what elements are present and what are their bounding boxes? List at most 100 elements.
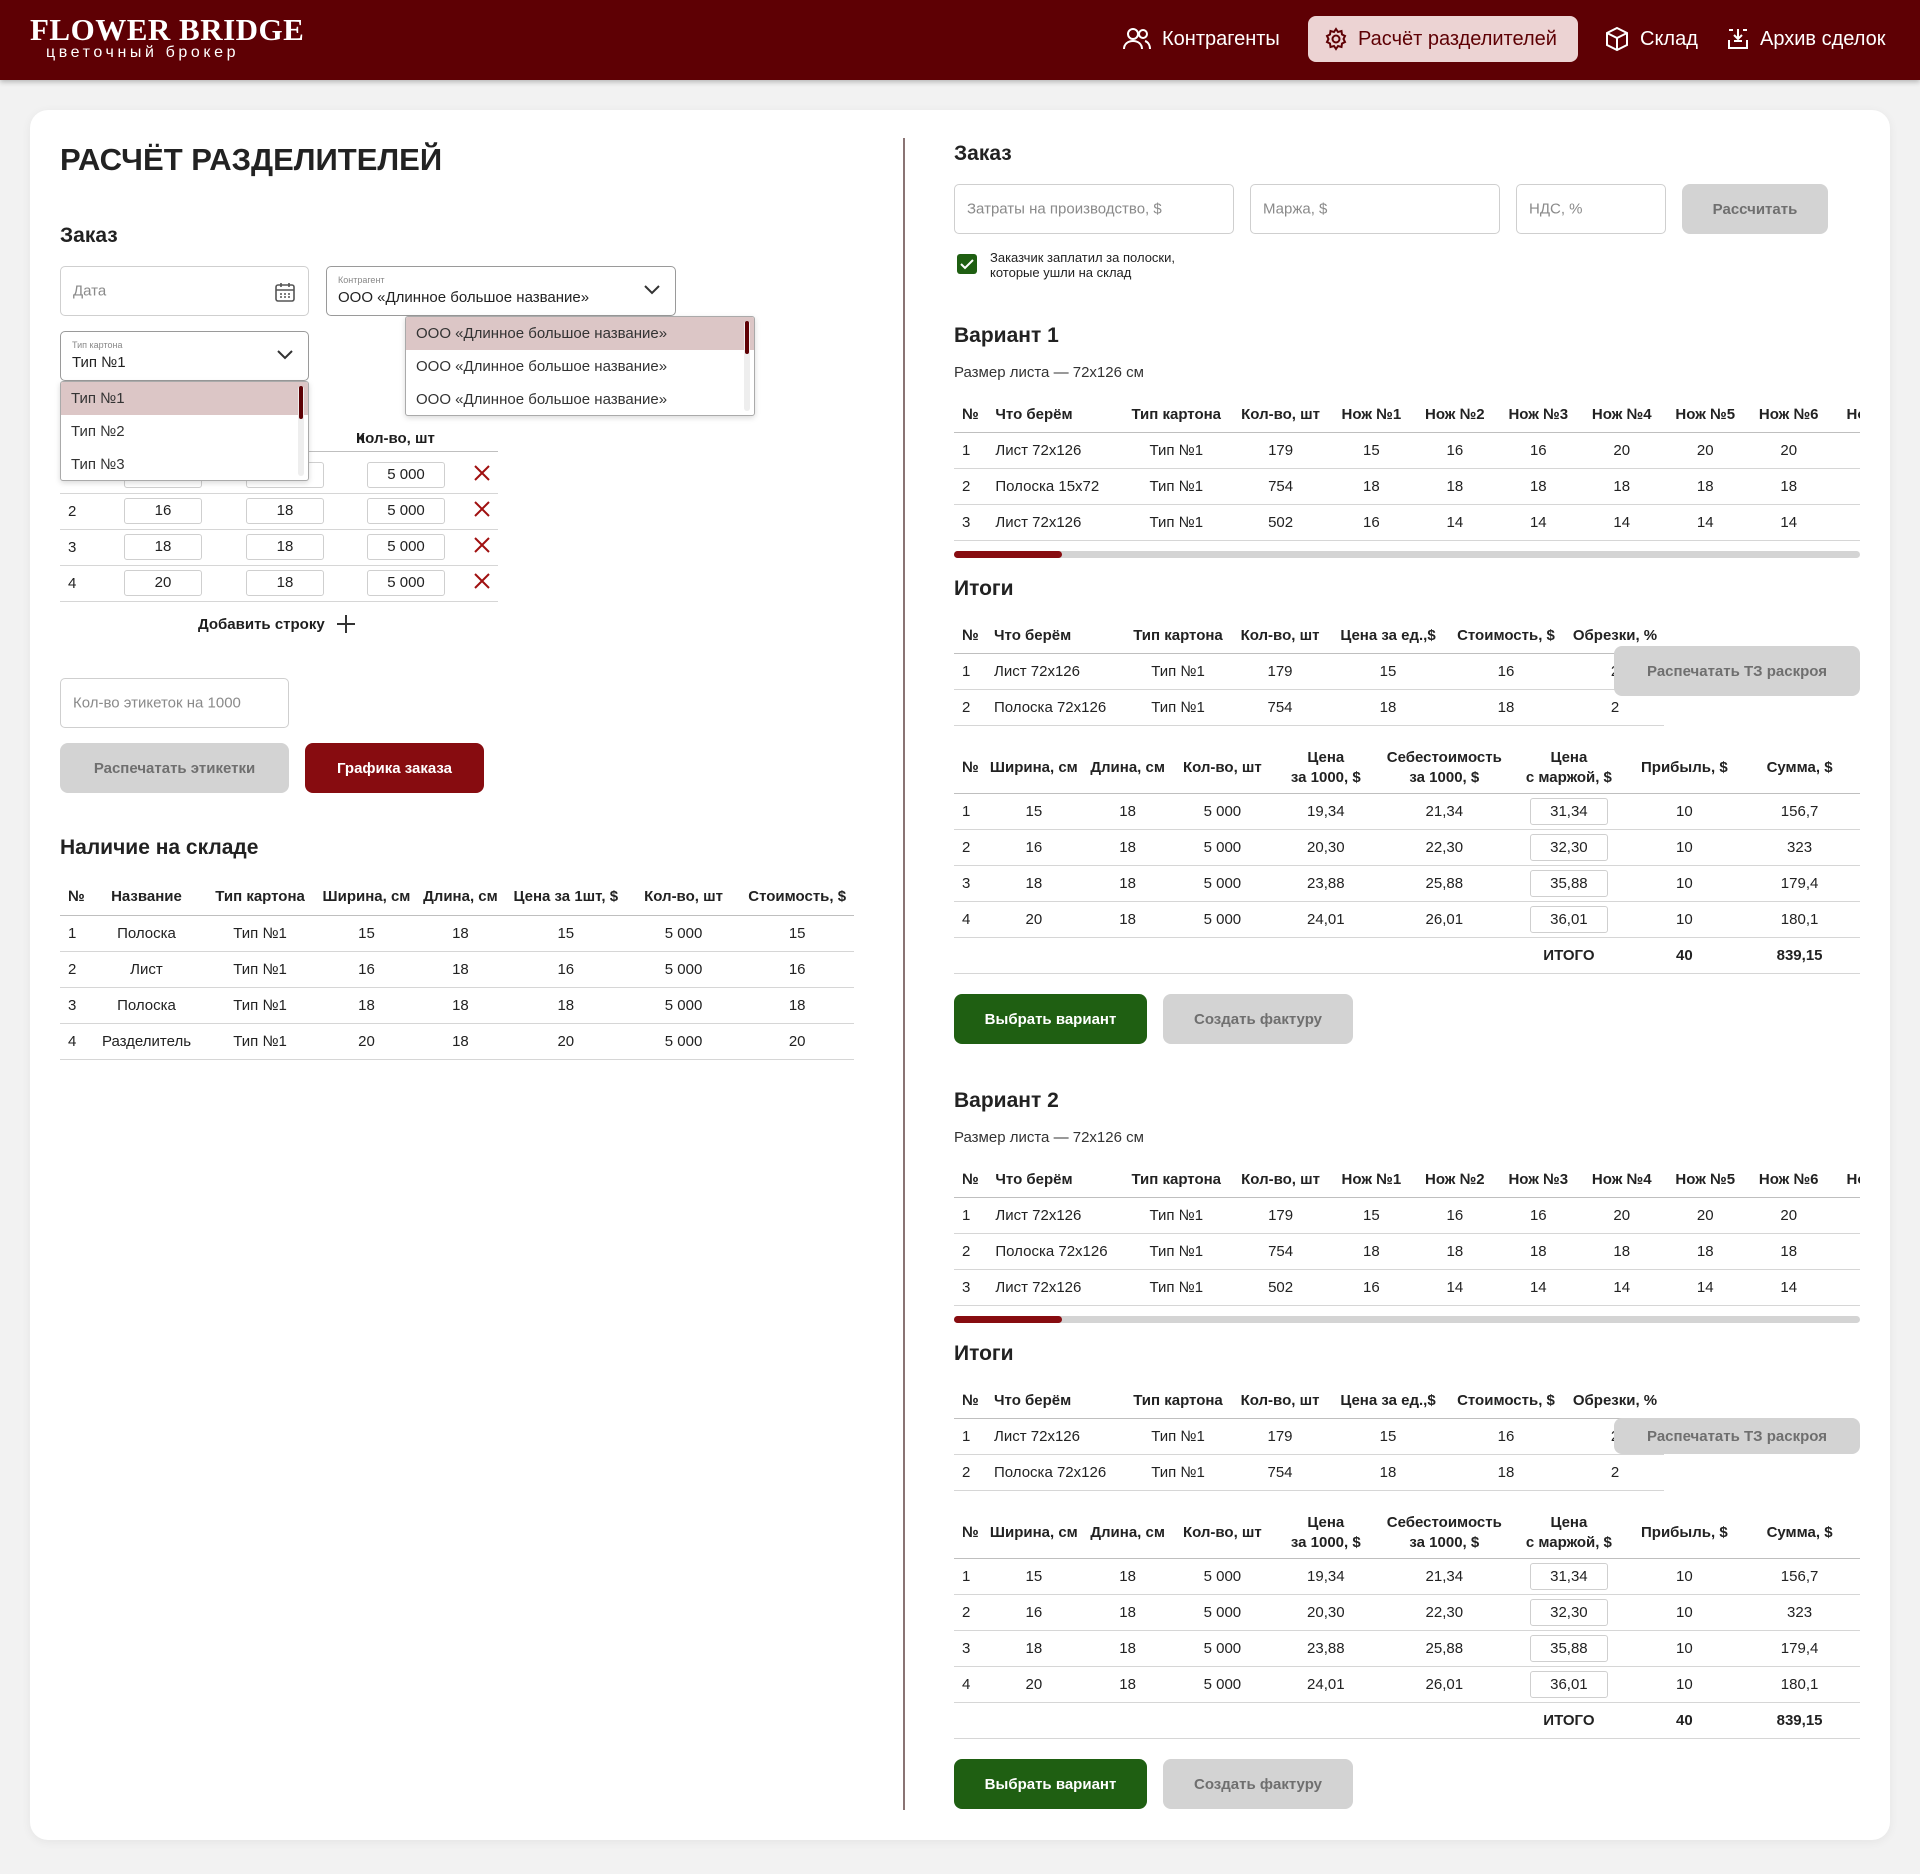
price-cell: 5 000 bbox=[1173, 1594, 1272, 1631]
cut-cell: Тип №1 bbox=[1120, 504, 1232, 541]
date-input[interactable]: Дата bbox=[60, 266, 309, 316]
add-row-label: Добавить строку bbox=[198, 615, 325, 633]
close-icon[interactable] bbox=[473, 464, 491, 482]
summary-cell: Полоска 72x126 bbox=[986, 689, 1126, 726]
variant-title: Вариант 2 bbox=[954, 1089, 1059, 1112]
quantity-input[interactable]: 5 000 bbox=[367, 534, 445, 560]
print-cut-spec-button[interactable]: Распечатать ТЗ раскроя bbox=[1614, 646, 1860, 696]
price-cell: 15 bbox=[985, 793, 1082, 830]
margin-price-input[interactable]: 36,01 bbox=[1529, 1670, 1608, 1698]
nav-divider-calc[interactable]: Расчёт разделителей bbox=[1308, 16, 1578, 62]
vat-input[interactable]: НДС, % bbox=[1516, 184, 1666, 234]
scroll-thumb[interactable] bbox=[954, 551, 1062, 558]
price-col-header: № bbox=[954, 743, 986, 794]
cut-col-header: Нож № bbox=[1830, 398, 1860, 433]
price-col-header: Длина, см bbox=[1081, 743, 1174, 794]
quantity-input[interactable]: 5 000 bbox=[367, 498, 445, 524]
nav-archive[interactable]: Архив сделок bbox=[1726, 16, 1886, 62]
create-invoice-button[interactable]: Создать фактуру bbox=[1163, 994, 1353, 1044]
cut-row: 1Лист 72x126Тип №117915161620202020 bbox=[954, 1197, 1860, 1234]
dropdown-scroll-thumb[interactable] bbox=[745, 321, 749, 354]
contractor-select[interactable]: Контрагент ООО «Длинное большое название… bbox=[326, 266, 676, 316]
dropdown-scroll-thumb[interactable] bbox=[299, 386, 303, 419]
cut-table-scrollbar[interactable] bbox=[954, 551, 1860, 558]
close-icon[interactable] bbox=[473, 572, 491, 590]
summary-cell: 15 bbox=[1330, 1418, 1446, 1455]
summary-cell: 18 bbox=[1446, 1454, 1566, 1491]
stock-cell: 18 bbox=[416, 987, 505, 1024]
logo-title[interactable]: FLOWER BRIDGE bbox=[30, 12, 304, 48]
calendar-icon[interactable] bbox=[274, 281, 296, 303]
cut-cell: 18 bbox=[1830, 1233, 1860, 1270]
contractor-dropdown: ООО «Длинное большое название» ООО «Длин… bbox=[405, 316, 755, 416]
margin-price-input[interactable]: 36,01 bbox=[1529, 905, 1608, 933]
stock-cell: 1 bbox=[60, 915, 90, 952]
labels-placeholder: Кол-во этикеток на 1000 bbox=[73, 694, 241, 712]
cardboard-type-select[interactable]: Тип картона Тип №1 bbox=[60, 331, 309, 381]
quantity-input[interactable]: 5 000 bbox=[367, 461, 445, 488]
cardboard-option[interactable]: Тип №1 bbox=[61, 382, 308, 415]
cut-table-viewport[interactable]: № Что берём Тип картона Кол-во, шт Нож №1 Нож… bbox=[954, 1163, 1860, 1309]
production-cost-input[interactable]: Затраты на производство, $ bbox=[954, 184, 1234, 234]
select-variant-button[interactable]: Выбрать вариант bbox=[954, 1759, 1147, 1809]
stock-cell: 5 000 bbox=[626, 1023, 741, 1060]
margin-price-input[interactable]: 32,30 bbox=[1529, 1598, 1608, 1626]
row-cell: 5 000 bbox=[346, 457, 466, 494]
select-variant-button[interactable]: Выбрать вариант bbox=[954, 994, 1147, 1044]
add-row-button[interactable]: Добавить строку bbox=[198, 613, 357, 635]
cut-table-viewport[interactable]: № Что берём Тип картона Кол-во, шт Нож №1 Нож… bbox=[954, 398, 1860, 544]
cardboard-option[interactable]: Тип №3 bbox=[61, 448, 308, 480]
length-input[interactable]: 18 bbox=[246, 570, 324, 596]
row-cell: 16 bbox=[102, 493, 224, 530]
contractor-option[interactable]: ООО «Длинное большое название» bbox=[406, 317, 754, 350]
summary-cell: 16 bbox=[1446, 653, 1566, 690]
calculate-button[interactable]: Рассчитать bbox=[1682, 184, 1828, 234]
paid-strips-checkbox[interactable] bbox=[957, 254, 977, 274]
cut-col-header: Тип картона bbox=[1120, 1163, 1232, 1198]
header-text: Цена bbox=[1550, 748, 1588, 766]
cut-cell: Лист 72x126 bbox=[987, 432, 1121, 469]
close-icon[interactable] bbox=[473, 536, 491, 554]
contractor-option[interactable]: ООО «Длинное большое название» bbox=[406, 350, 754, 383]
summary-row: 1Лист 72x126Тип №117915162 bbox=[954, 653, 1664, 690]
nav-contractors[interactable]: Контрагенты bbox=[1122, 16, 1280, 62]
margin-price-input[interactable]: 35,88 bbox=[1529, 1634, 1608, 1662]
quantity-input[interactable]: 5 000 bbox=[367, 570, 445, 596]
print-cut-spec-button[interactable]: Распечатать ТЗ раскроя bbox=[1614, 1418, 1860, 1454]
margin-input[interactable]: Маржа, $ bbox=[1250, 184, 1500, 234]
margin-price-input[interactable]: 32,30 bbox=[1529, 833, 1608, 861]
nav-warehouse[interactable]: Склад bbox=[1604, 16, 1698, 62]
margin-price-input[interactable]: 31,34 bbox=[1529, 1562, 1608, 1590]
create-invoice-button[interactable]: Создать фактуру bbox=[1163, 1759, 1353, 1809]
price-cell: 20 bbox=[985, 901, 1082, 938]
total-label: ИТОГО bbox=[1508, 937, 1630, 974]
length-input[interactable]: 18 bbox=[246, 498, 324, 524]
stock-col-header: Длина, см bbox=[416, 879, 505, 916]
cut-cell: 20 bbox=[1663, 432, 1747, 469]
header-text: № bbox=[962, 1523, 979, 1541]
cardboard-option[interactable]: Тип №2 bbox=[61, 415, 308, 448]
width-input[interactable]: 16 bbox=[124, 498, 202, 524]
width-input[interactable]: 18 bbox=[124, 534, 202, 560]
row-number: 4 bbox=[60, 565, 102, 602]
scroll-thumb[interactable] bbox=[954, 1316, 1062, 1323]
cut-cell: 16 bbox=[1413, 1197, 1497, 1234]
header-text: Ширина, см bbox=[989, 1523, 1078, 1541]
order-graphics-button[interactable]: Графика заказа bbox=[305, 743, 484, 793]
width-input[interactable]: 20 bbox=[124, 570, 202, 596]
print-labels-button[interactable]: Распечатать этикетки bbox=[60, 743, 289, 793]
close-icon[interactable] bbox=[473, 500, 491, 518]
summary-cell: Полоска 72x126 bbox=[986, 1454, 1126, 1491]
summary-col-header: Тип картона bbox=[1126, 619, 1230, 654]
labels-per-1000-input[interactable]: Кол-во этикеток на 1000 bbox=[60, 678, 289, 728]
header-text: Ширина, см bbox=[989, 758, 1078, 776]
check-icon bbox=[960, 259, 974, 270]
cut-table-scrollbar[interactable] bbox=[954, 1316, 1860, 1323]
contractor-option[interactable]: ООО «Длинное большое название» bbox=[406, 383, 754, 415]
nav-label: Контрагенты bbox=[1162, 27, 1280, 50]
margin-price-input[interactable]: 31,34 bbox=[1529, 797, 1608, 825]
header-text: Сумма, $ bbox=[1766, 1523, 1833, 1541]
length-input[interactable]: 18 bbox=[246, 534, 324, 560]
margin-price-input[interactable]: 35,88 bbox=[1529, 869, 1608, 897]
stock-cell: 18 bbox=[316, 987, 417, 1024]
